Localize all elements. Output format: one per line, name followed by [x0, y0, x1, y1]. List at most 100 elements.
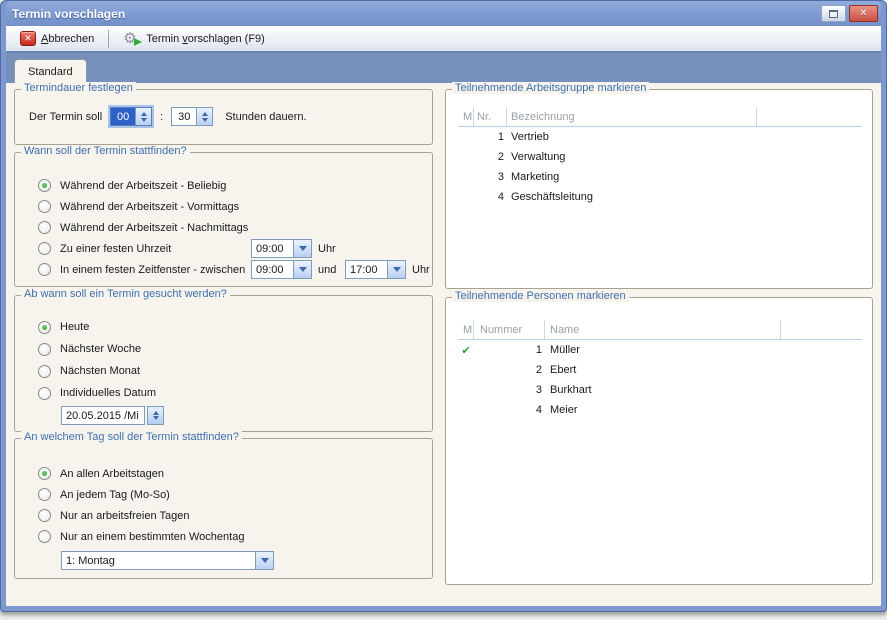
date-field-row: 20.05.2015 /Mi [61, 406, 432, 425]
workgroup-row[interactable]: ✔ 3 Marketing [458, 167, 872, 187]
duration-suffix-label: Stunden dauern. [225, 111, 306, 123]
spin-down-icon [153, 416, 159, 420]
header-cell-nr: Nr. [474, 107, 507, 126]
minutes-value[interactable]: 30 [172, 108, 196, 125]
maximize-button[interactable] [821, 5, 846, 22]
group-when-title: Wann soll der Termin stattfinden? [21, 145, 190, 157]
close-button[interactable]: ✕ [849, 5, 878, 22]
duration-row: Der Termin soll 00 : 30 Stunden dauern. [15, 90, 432, 126]
fixed-time-combo[interactable]: 09:00 [251, 239, 312, 258]
group-duration-title: Termindauer festlegen [21, 82, 136, 94]
person-row[interactable]: ✔ 1 Müller [458, 340, 872, 360]
radio-worktime-afternoon[interactable]: Während der Arbeitszeit - Nachmittags [15, 217, 432, 238]
radio-icon [38, 242, 51, 255]
combo-arrow-button[interactable] [387, 261, 405, 278]
window-title: Termin vorschlagen [12, 7, 821, 21]
tab-strip: Standard [6, 53, 881, 83]
radio-next-week[interactable]: Nächster Woche [15, 338, 432, 360]
weekday-combo[interactable]: 1: Montag [61, 551, 274, 570]
radio-next-month[interactable]: Nächsten Monat [15, 360, 432, 382]
hours-spin-buttons[interactable] [135, 108, 151, 125]
chevron-down-icon [393, 267, 401, 272]
group-start: Ab wann soll ein Termin gesucht werden? … [14, 295, 433, 432]
radio-today[interactable]: Heute [15, 316, 432, 338]
window-start-combo[interactable]: 09:00 [251, 260, 312, 279]
group-persons-title: Teilnehmende Personen markieren [452, 290, 629, 302]
radio-icon [38, 365, 51, 378]
person-row[interactable]: ✔ 4 Meier [458, 400, 872, 420]
chevron-down-icon [299, 267, 307, 272]
cancel-button[interactable]: ✕ Abbrechen [14, 29, 100, 48]
workgroup-table: M Nr. Bezeichnung ✔ 1 Vertrieb ✔ 2 [446, 90, 872, 207]
close-icon: ✕ [859, 8, 867, 19]
hours-value[interactable]: 00 [111, 108, 135, 125]
radio-icon [38, 179, 51, 192]
workgroup-table-header: M Nr. Bezeichnung [458, 107, 862, 127]
window-end-combo[interactable]: 17:00 [345, 260, 406, 279]
person-row[interactable]: ✔ 2 Ebert [458, 360, 872, 380]
spin-down-icon [141, 118, 147, 122]
group-duration: Termindauer festlegen Der Termin soll 00… [14, 89, 433, 145]
spin-up-icon [202, 112, 208, 116]
header-cell-bezeichnung: Bezeichnung [507, 107, 757, 126]
workgroup-row[interactable]: ✔ 1 Vertrieb [458, 127, 872, 147]
header-cell-spacer [757, 107, 862, 126]
toolbar-separator [108, 30, 109, 48]
header-cell-nummer: Nummer [474, 320, 545, 339]
cancel-icon: ✕ [20, 31, 36, 46]
chevron-down-icon [299, 246, 307, 251]
dialog-window: Termin vorschlagen ✕ ✕ Abbrechen ⚙ Termi… [0, 0, 887, 612]
tab-standard-label: Standard [28, 66, 73, 78]
workgroup-row[interactable]: ✔ 4 Geschäftsleitung [458, 187, 872, 207]
tab-standard[interactable]: Standard [14, 59, 87, 83]
window-buttons: ✕ [821, 5, 878, 22]
radio-time-window[interactable]: In einem festen Zeitfenster - zwischen 0… [15, 259, 432, 280]
group-workgroups-title: Teilnehmende Arbeitsgruppe markieren [452, 82, 649, 94]
radio-free-days[interactable]: Nur an arbeitsfreien Tagen [15, 505, 432, 526]
right-column: Teilnehmende Arbeitsgruppe markieren M N… [445, 86, 873, 604]
date-spin-buttons[interactable] [147, 406, 164, 425]
radio-icon [38, 387, 51, 400]
date-input[interactable]: 20.05.2015 /Mi [61, 406, 145, 425]
group-day: An welchem Tag soll der Termin stattfind… [14, 438, 433, 579]
combo-arrow-button[interactable] [255, 552, 273, 569]
header-cell-spacer [781, 320, 862, 339]
spin-up-icon [153, 411, 159, 415]
persons-table: M Nummer Name ✔ 1 Müller ✔ 2 [446, 298, 872, 420]
maximize-icon [829, 10, 838, 18]
minutes-spin-buttons[interactable] [196, 108, 212, 125]
radio-icon [38, 509, 51, 522]
cancel-button-label: Abbrechen [41, 33, 94, 45]
radio-icon [38, 263, 51, 276]
titlebar: Termin vorschlagen ✕ [6, 1, 881, 26]
minutes-spinner[interactable]: 30 [171, 107, 213, 126]
duration-prefix-label: Der Termin soll [29, 111, 102, 123]
spin-up-icon [141, 112, 147, 116]
radio-icon [38, 488, 51, 501]
workgroup-row[interactable]: ✔ 2 Verwaltung [458, 147, 872, 167]
propose-appointment-button[interactable]: ⚙ Termin vorschlagen (F9) [117, 28, 271, 49]
window-mid-label: und [318, 264, 336, 276]
radio-specific-weekday[interactable]: Nur an einem bestimmten Wochentag [15, 526, 432, 547]
chevron-down-icon [261, 558, 269, 563]
hours-spinner[interactable]: 00 [110, 107, 152, 126]
radio-individual-date[interactable]: Individuelles Datum [15, 382, 432, 404]
radio-icon [38, 530, 51, 543]
fixed-time-suffix: Uhr [318, 243, 336, 255]
radio-icon [38, 321, 51, 334]
radio-icon [38, 200, 51, 213]
header-cell-name: Name [545, 320, 781, 339]
window-suffix: Uhr [412, 264, 430, 276]
toolbar: ✕ Abbrechen ⚙ Termin vorschlagen (F9) [6, 26, 881, 53]
gear-icon: ⚙ [123, 30, 141, 47]
person-row[interactable]: ✔ 3 Burkhart [458, 380, 872, 400]
radio-worktime-any[interactable]: Während der Arbeitszeit - Beliebig [15, 175, 432, 196]
group-when: Wann soll der Termin stattfinden? Währen… [14, 152, 433, 287]
radio-all-workdays[interactable]: An allen Arbeitstagen [15, 463, 432, 484]
combo-arrow-button[interactable] [293, 261, 311, 278]
radio-fixed-time[interactable]: Zu einer festen Uhrzeit 09:00 Uhr [15, 238, 432, 259]
group-workgroups: Teilnehmende Arbeitsgruppe markieren M N… [445, 89, 873, 289]
radio-worktime-morning[interactable]: Während der Arbeitszeit - Vormittags [15, 196, 432, 217]
combo-arrow-button[interactable] [293, 240, 311, 257]
radio-every-day[interactable]: An jedem Tag (Mo-So) [15, 484, 432, 505]
